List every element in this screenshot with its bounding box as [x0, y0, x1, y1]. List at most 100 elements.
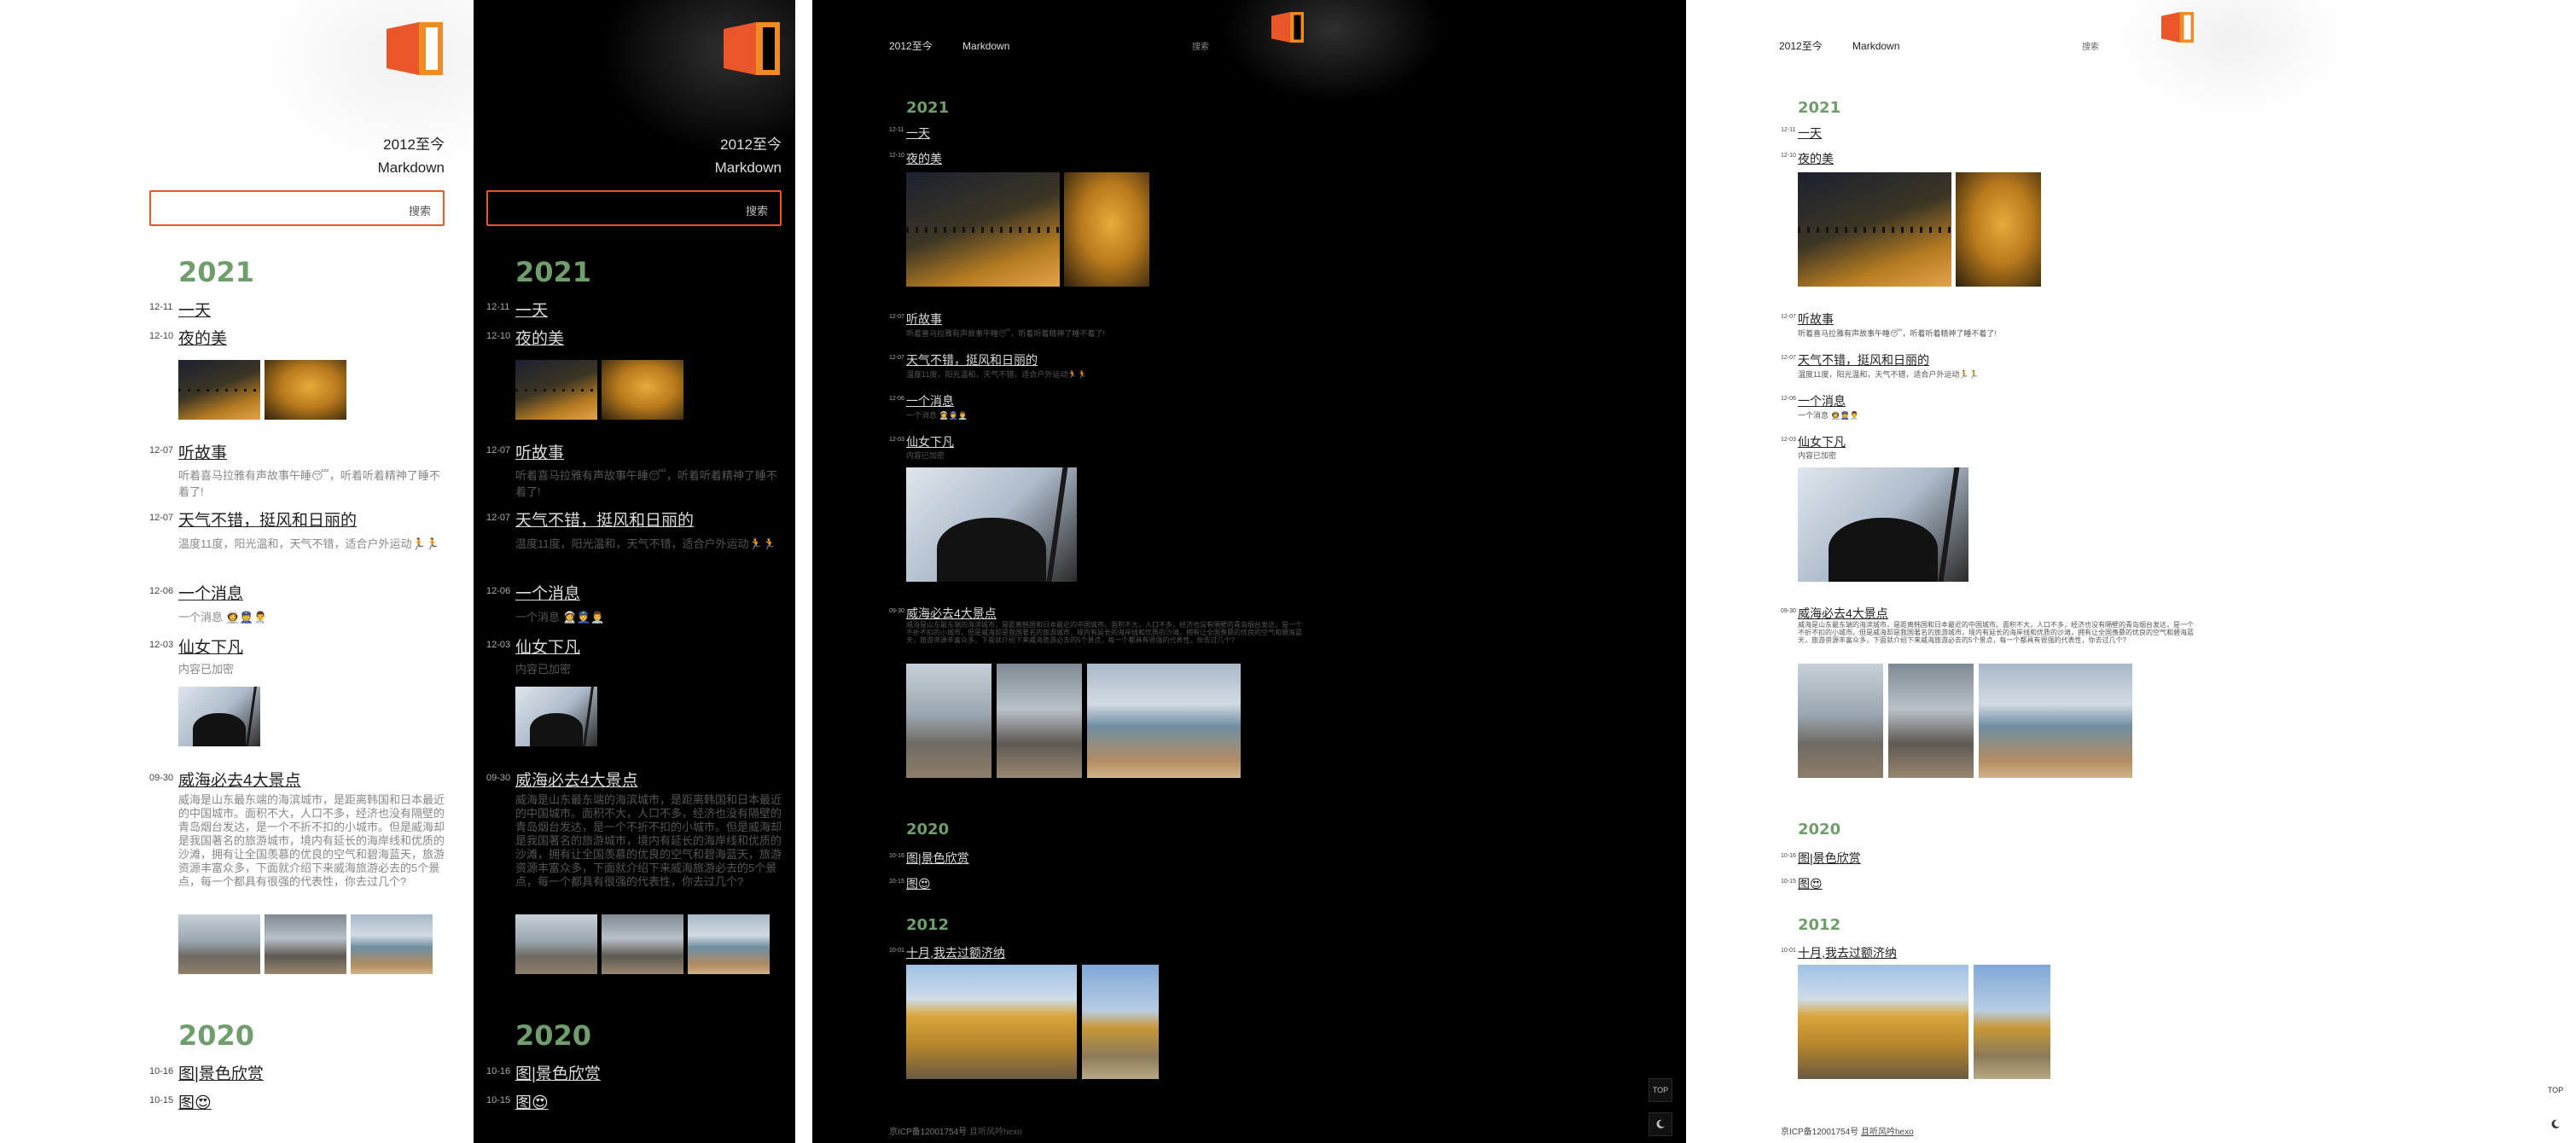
post-photo[interactable] [1064, 172, 1149, 287]
post-title-link[interactable]: 夜的美 [178, 326, 227, 349]
post-title-link[interactable]: 听故事 [906, 310, 942, 328]
post-photo[interactable] [906, 664, 991, 778]
post-photo[interactable] [1798, 172, 1951, 287]
post-title-link[interactable]: 威海必去4大景点 [515, 768, 638, 791]
post-photo[interactable] [1956, 172, 2041, 287]
post-title-link[interactable]: 一天 [178, 298, 211, 321]
post-title-link[interactable]: 天气不错，挺风和日丽的 [1798, 351, 1929, 368]
post-date: 09-30 [149, 773, 174, 783]
post-photo[interactable] [997, 664, 1082, 778]
post-title-link[interactable]: 一个消息 [906, 392, 954, 409]
door-logo-icon[interactable] [2161, 12, 2194, 43]
post-photo[interactable] [1888, 664, 1974, 778]
post-date: 10-16 [889, 853, 904, 859]
nav-markdown-link[interactable]: Markdown [715, 160, 782, 177]
post-title-link[interactable]: 威海必去4大景点 [178, 768, 301, 791]
post-excerpt: 内容已加密 [515, 663, 572, 676]
post-title-link[interactable]: 听故事 [515, 440, 564, 463]
post-photo[interactable] [602, 360, 683, 420]
door-logo-icon[interactable] [1271, 12, 1304, 43]
post-photo[interactable] [265, 360, 346, 420]
post-title-link[interactable]: 仙女下凡 [515, 635, 580, 658]
post-excerpt: 温度11度，阳光温和，天气不错，适合户外运动🏃‍🏃 [906, 370, 1087, 379]
post-title-link[interactable]: 天气不错，挺风和日丽的 [178, 508, 357, 531]
post-date: 10-15 [889, 879, 904, 885]
post-title-link[interactable]: 夜的美 [515, 326, 564, 349]
nav-markdown-link[interactable]: Markdown [1852, 40, 1899, 52]
post-title-link[interactable]: 仙女下凡 [906, 433, 954, 450]
post-photo[interactable] [178, 360, 260, 420]
post-title-link[interactable]: 听故事 [1798, 310, 1834, 328]
post-title-link[interactable]: 威海必去4大景点 [1798, 605, 1888, 622]
post-photo[interactable] [906, 172, 1060, 287]
post-title-link[interactable]: 一天 [906, 125, 930, 142]
post-date: 12-10 [486, 331, 511, 341]
post-title-link[interactable]: 一天 [1798, 125, 1822, 142]
post-photo[interactable] [688, 914, 770, 974]
post-photo[interactable] [1979, 664, 2132, 778]
post-excerpt: 一个消息 👩‍🚀👮👨‍⚕️ [906, 411, 968, 420]
post-title-link[interactable]: 十月,我去过额济纳 [906, 944, 1005, 961]
post-title-link[interactable]: 天气不错，挺风和日丽的 [515, 508, 694, 531]
post-photo[interactable] [515, 914, 597, 974]
footer-credit-link[interactable]: 且听风吟hexo [969, 1128, 1022, 1137]
door-logo-icon[interactable] [724, 22, 780, 75]
search-button[interactable]: 搜索 [1192, 39, 1209, 52]
search-button[interactable]: 搜索 [2082, 39, 2099, 52]
post-title-link[interactable]: 夜的美 [906, 150, 942, 167]
post-photo[interactable] [351, 914, 433, 974]
nav-markdown-link[interactable]: Markdown [378, 160, 445, 177]
post-title-link[interactable]: 一个消息 [515, 581, 580, 604]
post-photo[interactable] [265, 914, 346, 974]
post-photo[interactable] [178, 914, 260, 974]
search-input[interactable]: 搜索 [149, 190, 445, 226]
nav-range-link[interactable]: 2012至今 [1779, 40, 1823, 52]
post-photo[interactable] [1798, 467, 1968, 582]
moon-icon[interactable] [1649, 1112, 1672, 1136]
post-title-link[interactable]: 天气不错，挺风和日丽的 [906, 351, 1038, 368]
moon-icon[interactable] [2544, 1112, 2567, 1136]
post-title-link[interactable]: 威海必去4大景点 [906, 605, 997, 622]
post-title-link[interactable]: 十月,我去过额济纳 [1798, 944, 1897, 961]
post-title-link[interactable]: 图|景色欣赏 [515, 1061, 601, 1084]
post-photo[interactable] [602, 914, 683, 974]
back-to-top-button[interactable]: TOP [2544, 1078, 2567, 1102]
post-title-link[interactable]: 一个消息 [178, 581, 243, 604]
post-photo[interactable] [906, 467, 1077, 582]
nav-range-link[interactable]: 2012至今 [383, 132, 445, 154]
post-date: 12-07 [486, 513, 511, 523]
post-date: 10-15 [486, 1095, 511, 1105]
post-title-link[interactable]: 图😍 [515, 1090, 549, 1113]
post-title-link[interactable]: 图😍 [1798, 875, 1823, 892]
post-photo[interactable] [1974, 965, 2050, 1079]
search-label[interactable]: 搜索 [746, 202, 768, 218]
post-title-link[interactable]: 一天 [515, 298, 548, 321]
post-photo[interactable] [178, 687, 260, 746]
post-title-link[interactable]: 图|景色欣赏 [1798, 850, 1861, 867]
post-title-link[interactable]: 听故事 [178, 440, 227, 463]
post-title-link[interactable]: 仙女下凡 [178, 635, 243, 658]
post-photo[interactable] [1082, 965, 1159, 1079]
post-title-link[interactable]: 图|景色欣赏 [906, 850, 969, 867]
post-photo[interactable] [1798, 664, 1883, 778]
footer-credit-link[interactable]: 且听风吟hexo [1861, 1128, 1914, 1137]
post-title-link[interactable]: 图😍 [906, 875, 931, 892]
back-to-top-button[interactable]: TOP [1649, 1078, 1672, 1102]
post-title-link[interactable]: 夜的美 [1798, 150, 1834, 167]
post-title-link[interactable]: 一个消息 [1798, 392, 1846, 409]
post-title-link[interactable]: 图😍 [178, 1090, 212, 1113]
post-photo[interactable] [515, 687, 597, 746]
post-photo[interactable] [515, 360, 597, 420]
year-heading-2020: 2020 [906, 821, 950, 838]
post-photo[interactable] [906, 965, 1077, 1079]
nav-range-link[interactable]: 2012至今 [720, 132, 782, 154]
nav-markdown-link[interactable]: Markdown [962, 40, 1009, 52]
search-input[interactable]: 搜索 [486, 190, 782, 226]
post-photo[interactable] [1087, 664, 1241, 778]
post-title-link[interactable]: 仙女下凡 [1798, 433, 1846, 450]
search-label[interactable]: 搜索 [409, 202, 431, 218]
post-photo[interactable] [1798, 965, 1968, 1079]
door-logo-icon[interactable] [387, 22, 443, 75]
post-title-link[interactable]: 图|景色欣赏 [178, 1061, 264, 1084]
nav-range-link[interactable]: 2012至今 [889, 40, 933, 52]
